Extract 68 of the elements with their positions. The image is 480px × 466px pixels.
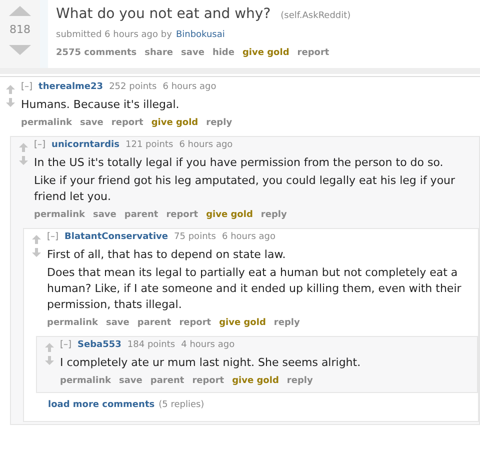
action-link[interactable]: hide bbox=[212, 46, 234, 60]
comment-author[interactable]: Seba553 bbox=[78, 339, 122, 352]
comment-text: In the US it's totally legal if you have permission from the person to do so. bbox=[34, 154, 444, 170]
action-link[interactable]: report bbox=[111, 116, 144, 130]
post-author[interactable]: Binbokusai bbox=[176, 29, 225, 42]
comment-time: 4 hours ago bbox=[181, 339, 235, 352]
upvote-arrow-icon[interactable] bbox=[32, 235, 41, 244]
upvote-arrow-icon[interactable] bbox=[6, 85, 15, 94]
comment-time: 6 hours ago bbox=[162, 81, 216, 94]
collapse-toggle[interactable]: [–] bbox=[47, 231, 59, 244]
action-link[interactable]: 2575 comments bbox=[56, 46, 137, 60]
comment-points: 121 points bbox=[126, 139, 174, 152]
downvote-arrow-icon[interactable] bbox=[19, 156, 28, 165]
comment-time: 6 hours ago bbox=[179, 139, 233, 152]
action-link[interactable]: give gold bbox=[151, 116, 198, 130]
action-link[interactable]: give gold bbox=[219, 316, 266, 330]
action-link[interactable]: give gold bbox=[206, 208, 253, 222]
post-title[interactable]: What do you not eat and why? bbox=[56, 4, 271, 25]
downvote-arrow-icon[interactable] bbox=[9, 44, 31, 54]
post-score: 818 bbox=[10, 22, 30, 38]
action-link[interactable]: share bbox=[144, 46, 174, 60]
comment-author[interactable]: BlatantConservative bbox=[64, 231, 168, 244]
comment-text: Does that mean its legal to partially eat a human but not completely eat a human? Like, if I ate someone and it ended up killing them, even with their permission, thats illegal. bbox=[47, 264, 462, 312]
action-link[interactable]: save bbox=[106, 316, 130, 330]
load-more-link[interactable]: load more comments bbox=[48, 399, 155, 412]
action-link[interactable]: report bbox=[166, 208, 198, 222]
action-link[interactable]: save bbox=[119, 374, 142, 388]
collapse-toggle[interactable]: [–] bbox=[21, 81, 33, 94]
comment-points: 252 points bbox=[109, 81, 157, 94]
action-link[interactable]: permalink bbox=[34, 208, 85, 222]
action-link[interactable]: report bbox=[297, 46, 330, 60]
action-link[interactable]: parent bbox=[150, 374, 184, 388]
comment-points: 75 points bbox=[174, 231, 216, 244]
action-link[interactable]: reply bbox=[206, 116, 232, 130]
comment-author[interactable]: unicorntardis bbox=[52, 139, 120, 152]
comment-text: I completely ate ur mum last night. She seems alright. bbox=[60, 354, 362, 370]
submitted-info: submitted 6 hours ago by bbox=[56, 29, 172, 42]
reply-count: (5 replies) bbox=[158, 399, 204, 412]
action-link[interactable]: permalink bbox=[21, 116, 72, 130]
post-domain: (self.AskReddit) bbox=[280, 10, 351, 23]
action-link[interactable]: reply bbox=[286, 374, 313, 388]
collapse-toggle[interactable]: [–] bbox=[34, 139, 46, 152]
action-link[interactable]: give gold bbox=[232, 374, 279, 388]
action-link[interactable]: save bbox=[80, 116, 104, 130]
action-link[interactable]: reply bbox=[260, 208, 287, 222]
upvote-arrow-icon[interactable] bbox=[9, 6, 31, 16]
action-link[interactable]: report bbox=[192, 374, 224, 388]
comment-text: First of all, that has to depend on state law. bbox=[47, 246, 287, 262]
action-link[interactable]: save bbox=[93, 208, 116, 222]
action-link[interactable]: reply bbox=[274, 316, 300, 330]
action-link[interactable]: parent bbox=[124, 208, 158, 222]
action-link[interactable]: permalink bbox=[47, 316, 98, 330]
comment-points: 184 points bbox=[127, 339, 176, 352]
comment-time: 6 hours ago bbox=[222, 231, 276, 244]
collapse-toggle[interactable]: [–] bbox=[60, 339, 72, 352]
action-link[interactable]: give gold bbox=[242, 46, 290, 60]
comment-author[interactable]: therealme23 bbox=[38, 81, 104, 94]
action-link[interactable]: save bbox=[181, 46, 204, 60]
action-link[interactable]: permalink bbox=[60, 374, 111, 388]
action-link[interactable]: report bbox=[179, 316, 212, 330]
upvote-arrow-icon[interactable] bbox=[45, 343, 54, 352]
comment-text: Like if your friend got his leg amputated, you could legally eat his leg if your friend let you. bbox=[34, 172, 456, 204]
action-link[interactable]: parent bbox=[137, 316, 172, 330]
downvote-arrow-icon[interactable] bbox=[45, 356, 54, 365]
downvote-arrow-icon[interactable] bbox=[6, 98, 15, 107]
downvote-arrow-icon[interactable] bbox=[32, 248, 41, 257]
comment-text: Humans. Because it's illegal. bbox=[21, 96, 180, 112]
upvote-arrow-icon[interactable] bbox=[19, 143, 28, 152]
